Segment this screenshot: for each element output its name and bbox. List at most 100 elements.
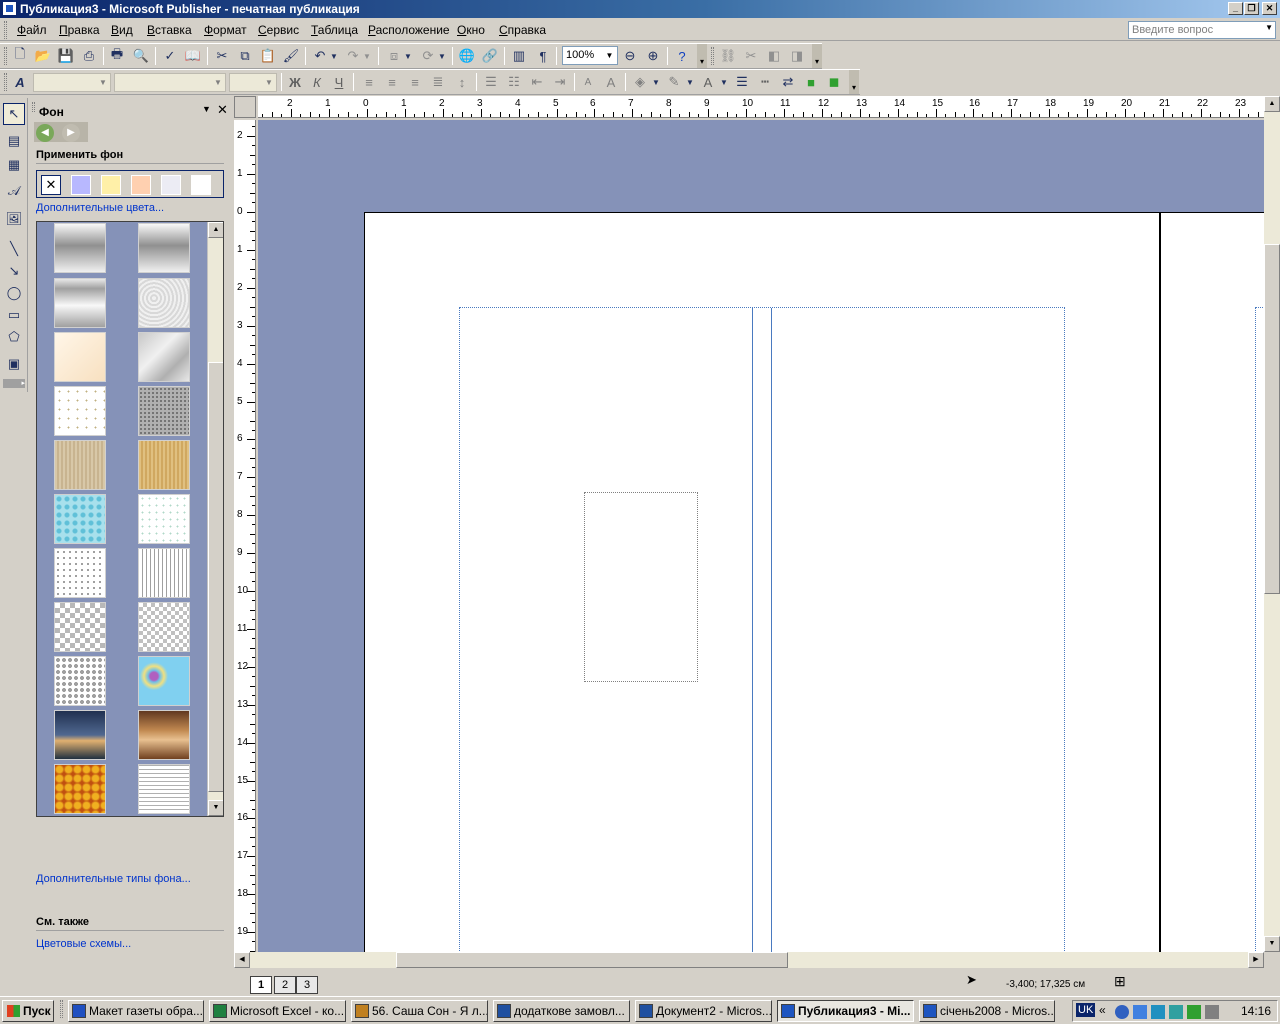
zoom-combo[interactable]: 100% ▼	[562, 46, 618, 65]
color-schemes-link[interactable]: Цветовые схемы...	[36, 938, 131, 950]
sky-photo-tile[interactable]	[54, 710, 106, 760]
granite-tile[interactable]	[138, 386, 190, 436]
minimize-button[interactable]: _	[1228, 2, 1243, 15]
color-swatch-3[interactable]	[131, 175, 151, 195]
select-objects-icon[interactable]: ↖	[3, 103, 25, 125]
chevron-down-icon[interactable]: ▼	[402, 46, 414, 66]
print-preview-icon[interactable]: 🔍	[131, 46, 151, 66]
chevron-down-icon[interactable]: ▼	[718, 72, 730, 92]
format-painter-icon[interactable]: 🖌	[281, 46, 301, 66]
help-icon[interactable]: ?	[672, 46, 692, 66]
columns-icon[interactable]: ▥	[509, 46, 529, 66]
decrease-font-icon[interactable]: A	[578, 72, 598, 92]
marble-tile[interactable]	[138, 332, 190, 382]
print-icon[interactable]: 🖶	[107, 46, 127, 66]
align-right-icon[interactable]: ≡	[405, 72, 425, 92]
texture-tile[interactable]	[138, 494, 190, 544]
font-color-icon[interactable]: A	[698, 72, 718, 92]
toolbar-options-chevron[interactable]: ▾	[812, 44, 822, 68]
new-icon[interactable]: 🗋	[10, 46, 30, 66]
fill-color-icon[interactable]: ◈	[630, 72, 650, 92]
pattern-tile[interactable]	[138, 548, 190, 598]
taskbar-button[interactable]: Публикация3 - Mi...	[777, 1000, 914, 1022]
italic-button[interactable]: К	[307, 72, 327, 92]
scroll-right-arrow-icon[interactable]: ▶	[1248, 952, 1264, 968]
taskbar-button[interactable]: січень2008 - Micros...	[919, 1000, 1055, 1022]
undo-icon[interactable]: ↶	[310, 46, 330, 66]
align-center-icon[interactable]: ≡	[382, 72, 402, 92]
horizontal-scroll-thumb[interactable]	[396, 952, 788, 968]
pattern-tile[interactable]	[54, 656, 106, 706]
taskbar-button[interactable]: додаткове замовл...	[493, 1000, 630, 1022]
style-combo[interactable]: ▼	[33, 73, 111, 92]
font-combo[interactable]: ▼	[114, 73, 226, 92]
publication-page-facing[interactable]	[1160, 212, 1264, 952]
clock[interactable]: 14:16	[1241, 1004, 1271, 1018]
line-spacing-icon[interactable]: ↕	[452, 72, 472, 92]
chevron-down-icon[interactable]: ▼	[436, 46, 448, 66]
pattern-tile[interactable]	[54, 548, 106, 598]
next-frame-icon[interactable]: ◨	[787, 46, 807, 66]
toolbar-grip[interactable]	[711, 47, 714, 65]
font-size-combo[interactable]: ▼	[229, 73, 277, 92]
publisher-app-icon[interactable]	[2, 1, 17, 16]
menu-window[interactable]: Окно	[457, 23, 485, 37]
styles-icon[interactable]: A	[10, 72, 30, 92]
redo-icon[interactable]: ↷	[343, 46, 363, 66]
taskbar-button[interactable]: Документ2 - Micros...	[635, 1000, 772, 1022]
unlink-icon[interactable]: ✂	[741, 46, 761, 66]
maze-tile[interactable]	[138, 764, 190, 814]
close-button[interactable]: ✕	[1262, 2, 1277, 15]
horizontal-scrollbar[interactable]: ◀ ▶	[234, 952, 1264, 968]
autoshapes-icon[interactable]: ⬠	[3, 326, 25, 348]
gradient-tile[interactable]	[54, 278, 106, 328]
insert-hyperlink-icon[interactable]: 🔗	[480, 46, 500, 66]
scroll-up-arrow-icon[interactable]: ▲	[208, 222, 223, 238]
texture-tile[interactable]	[54, 332, 106, 382]
justify-icon[interactable]: ≣	[428, 72, 448, 92]
scroll-up-arrow-icon[interactable]: ▲	[1264, 96, 1280, 112]
link-icon[interactable]: ⛓	[718, 46, 738, 66]
menu-edit[interactable]: Правка	[59, 23, 100, 37]
print-icon[interactable]: ⎙	[79, 46, 99, 66]
page-tab-1[interactable]: 1	[250, 976, 272, 994]
water-tile[interactable]	[54, 494, 106, 544]
update-icon[interactable]	[1169, 1005, 1183, 1019]
color-swatch-4[interactable]	[161, 175, 181, 195]
menu-view[interactable]: Вид	[111, 23, 133, 37]
picture-frame-icon[interactable]: 🖼	[3, 208, 25, 230]
gradient-tile[interactable]	[138, 223, 190, 273]
menu-insert[interactable]: Вставка	[147, 23, 192, 37]
line-color-icon[interactable]: ✎	[664, 72, 684, 92]
cut-icon[interactable]: ✂	[212, 46, 232, 66]
menu-file[interactable]: Файл	[17, 23, 47, 37]
vertical-ruler[interactable]: 2 1 0 1 2 3 4 5 6 7 8 9 10 11 12 13 14 15 16 17 18 19	[234, 120, 256, 952]
volume-icon[interactable]	[1205, 1005, 1219, 1019]
network-icon[interactable]	[1115, 1005, 1129, 1019]
save-icon[interactable]: 💾	[56, 46, 76, 66]
bold-button[interactable]: Ж	[285, 72, 305, 92]
menu-grip[interactable]	[4, 21, 7, 39]
rectangle-icon[interactable]: ▭	[3, 304, 25, 326]
pane-grip[interactable]	[32, 102, 35, 112]
scroll-down-arrow-icon[interactable]: ▼	[1264, 936, 1280, 952]
copy-icon[interactable]: ⧉	[235, 46, 255, 66]
arrow-icon[interactable]: ↘	[3, 260, 25, 282]
shadow-style-icon[interactable]: ■	[801, 72, 821, 92]
connection-icon[interactable]	[1151, 1005, 1165, 1019]
ruler-corner[interactable]	[234, 96, 256, 118]
menu-arrange[interactable]: Расположение	[368, 23, 450, 37]
spelling-icon[interactable]: ✓	[160, 46, 180, 66]
3d-style-icon[interactable]: ◼	[824, 72, 844, 92]
no-fill-swatch[interactable]: ✕	[41, 175, 61, 195]
pane-menu-icon[interactable]: ▼	[202, 104, 211, 114]
flowers-photo-tile[interactable]	[54, 764, 106, 814]
gallery-scrollbar[interactable]: ▲ ▼	[207, 222, 223, 816]
color-swatch-2[interactable]	[101, 175, 121, 195]
dash-style-icon[interactable]: ┅	[755, 72, 775, 92]
toolbar-options-chevron[interactable]: ▾	[697, 44, 707, 68]
menu-format[interactable]: Формат	[204, 23, 247, 37]
taskbar-button[interactable]: 56. Саша Сон - Я л...	[351, 1000, 488, 1022]
rotate-icon[interactable]: ⟳	[418, 46, 438, 66]
start-button[interactable]: Пуск	[2, 1000, 54, 1022]
